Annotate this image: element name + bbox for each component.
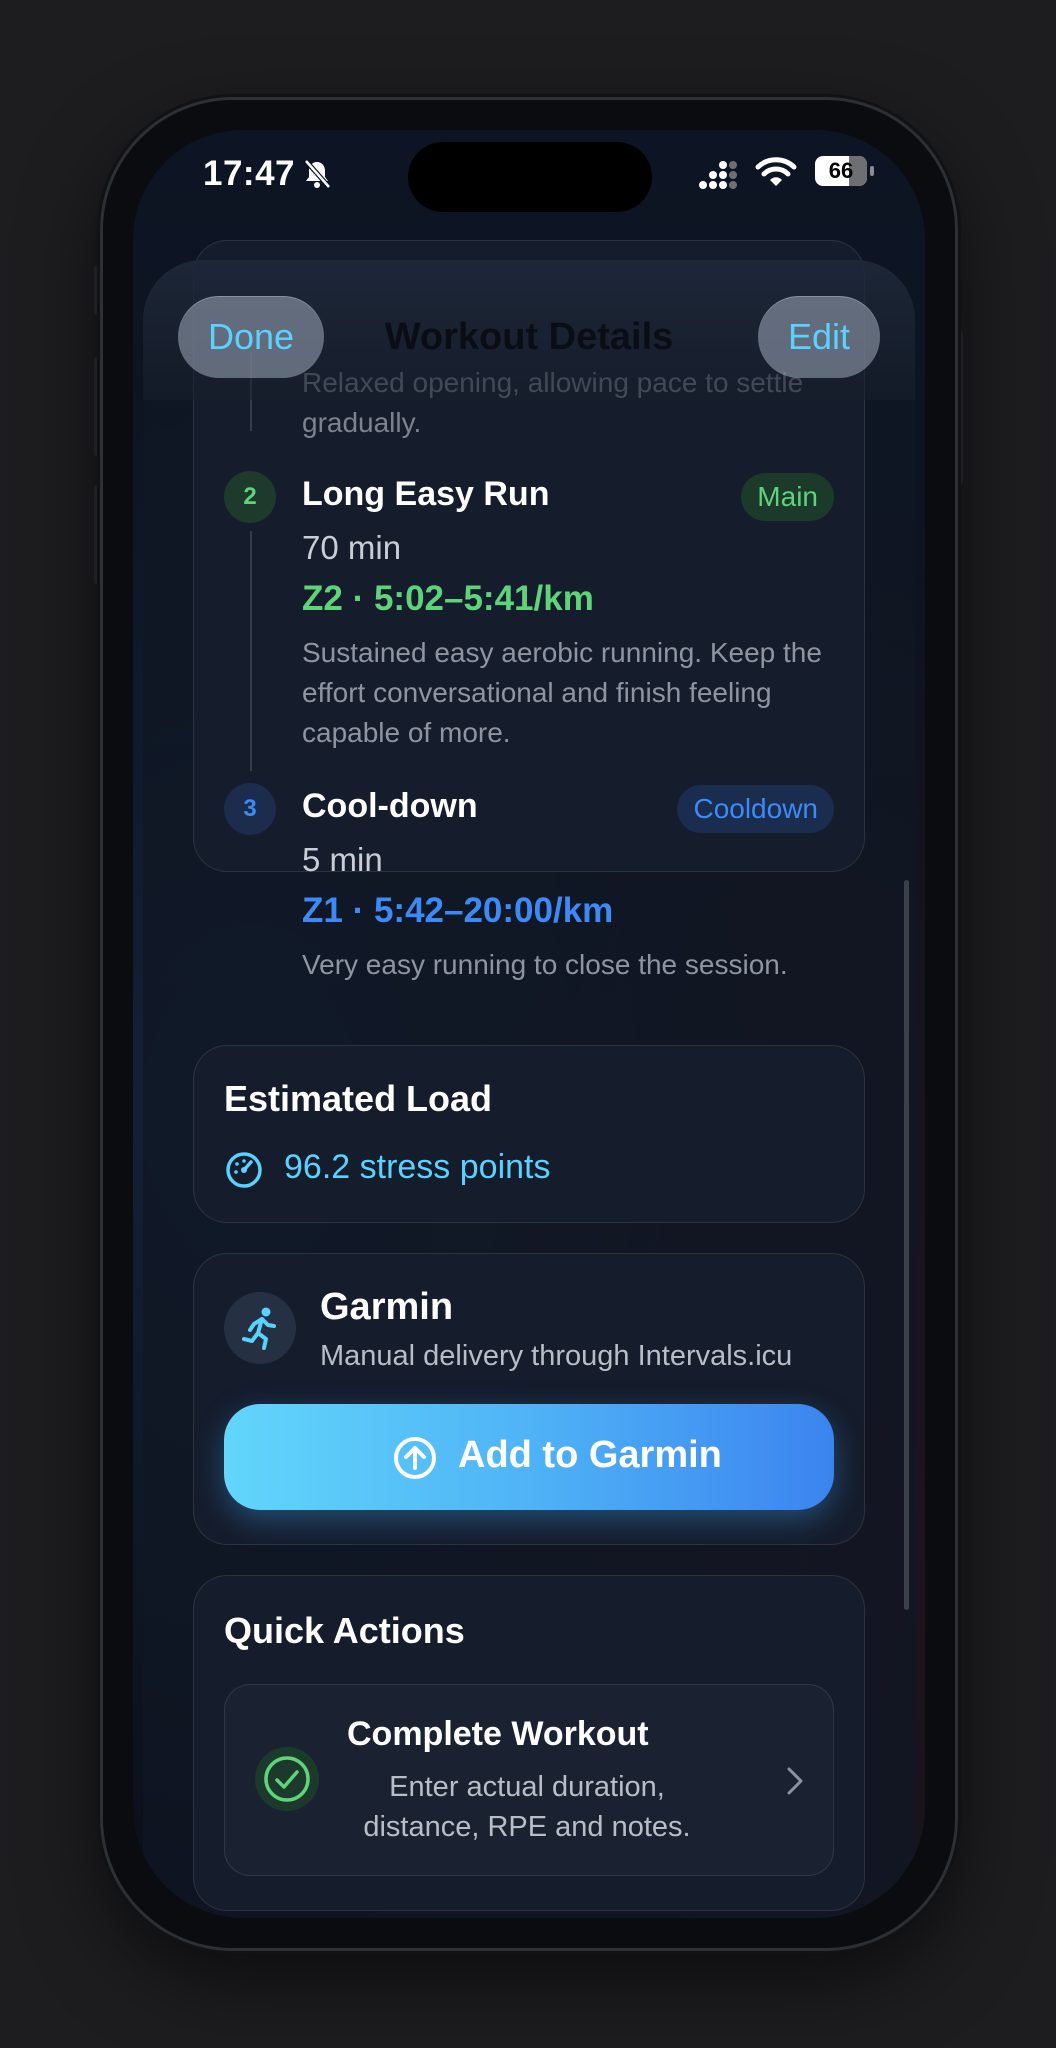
status-time: 17:47: [203, 154, 296, 193]
step-2-description: Sustained easy aerobic running. Keep the…: [302, 637, 822, 748]
step-2-badge: Main: [741, 473, 834, 521]
scrollbar[interactable]: [904, 880, 909, 1610]
silent-switch: [94, 265, 102, 315]
step-3-zone: Z1 · 5:42–20:00/km: [302, 891, 614, 930]
workout-details-sheet: Done Workout Details Edit Relaxed openin…: [143, 240, 915, 1918]
step-3-badge: Cooldown: [677, 785, 834, 833]
gauge-icon: [226, 1152, 262, 1188]
upload-circle-icon: [394, 1437, 436, 1479]
estimated-load-value: 96.2 stress points: [284, 1148, 551, 1186]
runner-icon: [242, 1307, 276, 1350]
quick-actions-card: Quick Actions Complete Workout Enter act…: [193, 1575, 865, 1911]
estimated-load-card: Estimated Load 96.2 stress points: [193, 1045, 865, 1223]
bell-slash-icon: [304, 159, 331, 189]
complete-workout-row[interactable]: Complete Workout Enter actual duration, …: [224, 1684, 834, 1876]
volume-up-button: [94, 357, 102, 457]
step-3-title: Cool-down: [302, 787, 478, 825]
quick-actions-title: Quick Actions: [224, 1610, 465, 1651]
power-button: [955, 330, 963, 485]
estimated-load-title: Estimated Load: [224, 1078, 493, 1119]
step-3-number: 3: [224, 783, 276, 835]
step-3-description: Very easy running to close the session.: [302, 949, 788, 980]
volume-down-button: [94, 485, 102, 585]
garmin-icon-circle: [224, 1292, 296, 1364]
step-2-number: 2: [224, 471, 276, 523]
screen: 17:47 66 Done Workout Details Edit gradu…: [133, 130, 925, 1918]
chevron-right-icon: [787, 1767, 803, 1795]
complete-workout-description: Enter actual duration, distance, RPE and…: [363, 1771, 691, 1843]
step-2-duration: 70 min: [302, 529, 402, 566]
garmin-subtitle: Manual delivery through Intervals.icu: [320, 1340, 793, 1372]
complete-workout-title: Complete Workout: [347, 1715, 649, 1753]
add-to-garmin-button[interactable]: Add to Garmin: [224, 1404, 834, 1510]
battery-percent: 66: [828, 158, 854, 183]
checkmark-circle-icon: [264, 1756, 310, 1802]
wifi-icon: [755, 157, 797, 186]
step-3-duration: 5 min: [302, 841, 383, 878]
add-to-garmin-label: Add to Garmin: [458, 1434, 722, 1476]
garmin-card: Garmin Manual delivery through Intervals…: [193, 1253, 865, 1545]
complete-icon-circle: [255, 1747, 319, 1811]
step-connector: [250, 531, 252, 771]
dynamic-island: [408, 142, 652, 212]
navigation-bar: Done Workout Details Edit: [143, 260, 915, 400]
step-2-zone: Z2 · 5:02–5:41/km: [302, 579, 594, 618]
edit-button[interactable]: Edit: [757, 296, 880, 378]
garmin-title: Garmin: [320, 1286, 454, 1328]
phone-frame: 17:47 66 Done Workout Details Edit gradu…: [103, 100, 955, 1948]
step-2-title: Long Easy Run: [302, 475, 550, 513]
status-bar: 17:47 66: [133, 130, 925, 240]
cellular-signal-icon: [699, 161, 737, 189]
